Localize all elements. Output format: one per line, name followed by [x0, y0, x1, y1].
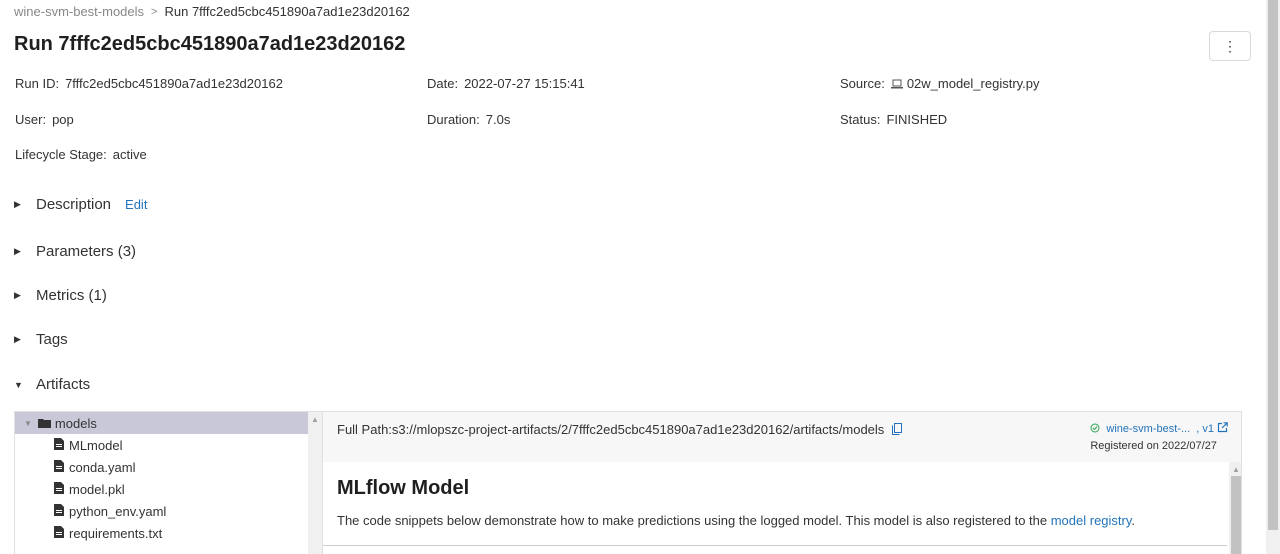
registered-info: wine-svm-best-... , v1 Registered on 202…: [1090, 422, 1228, 452]
lifecycle-value: active: [112, 147, 147, 162]
artifacts-panel: ▼ models MLmodel conda.yaml model.pkl py…: [14, 411, 1242, 554]
external-link-icon[interactable]: [1217, 422, 1228, 436]
duration-label: Duration:: [427, 112, 480, 127]
section-artifacts[interactable]: ▼ Artifacts: [14, 376, 90, 393]
user-value: pop: [52, 112, 74, 127]
model-desc-text: The code snippets below demonstrate how …: [337, 513, 1051, 528]
copy-icon[interactable]: [891, 423, 902, 438]
section-tags[interactable]: ▶ Tags: [14, 331, 68, 348]
more-options-button[interactable]: ⋮: [1209, 31, 1251, 61]
meta-run-id: Run ID: 7fffc2ed5cbc451890a7ad1e23d20162: [15, 76, 283, 91]
kebab-menu-icon: ⋮: [1223, 37, 1237, 54]
meta-source: Source: 02w_model_registry.py: [840, 76, 1040, 92]
laptop-icon: [890, 77, 903, 92]
breadcrumb-current: Run 7fffc2ed5cbc451890a7ad1e23d20162: [164, 4, 410, 19]
date-value: 2022-07-27 15:15:41: [464, 76, 585, 91]
caret-right-icon: ▶: [14, 334, 21, 344]
check-circle-icon: [1090, 423, 1100, 436]
artifact-content: MLflow Model The code snippets below dem…: [323, 462, 1229, 554]
caret-right-icon: ▶: [14, 246, 21, 256]
page-title: Run 7fffc2ed5cbc451890a7ad1e23d20162: [14, 33, 406, 55]
artifact-tree: ▼ models MLmodel conda.yaml model.pkl py…: [15, 412, 308, 554]
date-label: Date:: [427, 76, 459, 91]
caret-down-icon: ▼: [24, 418, 32, 428]
duration-value: 7.0s: [485, 112, 511, 127]
scroll-up-icon[interactable]: ▲: [1229, 462, 1241, 474]
meta-duration: Duration: 7.0s: [427, 112, 510, 127]
edit-description-link[interactable]: Edit: [125, 197, 147, 212]
file-label: python_env.yaml: [69, 503, 167, 519]
run-id-value: 7fffc2ed5cbc451890a7ad1e23d20162: [65, 76, 283, 91]
registered-model-link[interactable]: wine-svm-best-...: [1106, 423, 1190, 435]
caret-right-icon: ▶: [14, 199, 21, 209]
tree-file[interactable]: python_env.yaml: [15, 500, 308, 522]
status-value: FINISHED: [886, 112, 948, 127]
caret-right-icon: ▶: [14, 290, 21, 300]
scroll-up-icon[interactable]: ▲: [308, 412, 322, 424]
status-label: Status:: [840, 112, 881, 127]
model-heading: MLflow Model: [337, 477, 470, 499]
source-label: Source:: [840, 76, 885, 91]
file-icon: [54, 525, 64, 541]
full-path-value: s3://mlopszc-project-artifacts/2/7fffc2e…: [391, 422, 885, 437]
tree-file[interactable]: MLmodel: [15, 434, 308, 456]
meta-status: Status: FINISHED: [840, 112, 947, 127]
source-link[interactable]: 02w_model_registry.py: [907, 76, 1040, 91]
breadcrumb-experiment-link[interactable]: wine-svm-best-models: [14, 4, 144, 19]
folder-icon: [37, 416, 51, 431]
file-icon: [54, 437, 64, 453]
file-label: conda.yaml: [69, 459, 136, 475]
tree-folder-models[interactable]: ▼ models: [15, 412, 308, 434]
lifecycle-label: Lifecycle Stage:: [15, 147, 107, 162]
file-label: requirements.txt: [69, 525, 163, 541]
parameters-header: Parameters (3): [36, 243, 137, 260]
artifacts-header: Artifacts: [36, 376, 91, 393]
model-version-link[interactable]: , v1: [1196, 423, 1214, 435]
content-divider: [323, 545, 1227, 546]
full-path-label: Full Path:: [337, 422, 392, 437]
tree-file[interactable]: conda.yaml: [15, 456, 308, 478]
description-header: Description: [36, 196, 112, 213]
file-label: model.pkl: [69, 481, 125, 497]
model-description: The code snippets below demonstrate how …: [337, 513, 1135, 528]
model-desc-end: .: [1131, 513, 1136, 528]
user-label: User:: [15, 112, 47, 127]
breadcrumb: wine-svm-best-models > Run 7fffc2ed5cbc4…: [14, 4, 410, 19]
chevron-right-icon: >: [151, 5, 158, 18]
run-id-label: Run ID:: [15, 76, 60, 91]
content-scrollbar[interactable]: ▲: [1229, 462, 1241, 554]
meta-user: User: pop: [15, 112, 74, 127]
caret-down-icon: ▼: [14, 379, 23, 390]
page-scrollbar[interactable]: [1266, 0, 1280, 554]
section-parameters[interactable]: ▶ Parameters (3): [14, 243, 136, 260]
meta-date: Date: 2022-07-27 15:15:41: [427, 76, 585, 91]
tree-file[interactable]: requirements.txt: [15, 522, 308, 544]
section-metrics[interactable]: ▶ Metrics (1): [14, 287, 107, 304]
full-path: Full Path:s3://mlopszc-project-artifacts…: [337, 422, 902, 438]
artifact-header: Full Path:s3://mlopszc-project-artifacts…: [323, 412, 1241, 462]
section-description[interactable]: ▶ Description Edit: [14, 196, 147, 213]
registered-on: Registered on 2022/07/27: [1090, 440, 1217, 452]
tags-header: Tags: [36, 331, 68, 348]
model-registry-link[interactable]: model registry: [1051, 513, 1132, 528]
metrics-header: Metrics (1): [36, 287, 107, 304]
meta-lifecycle: Lifecycle Stage: active: [15, 147, 147, 162]
file-label: MLmodel: [69, 437, 123, 453]
file-icon: [54, 481, 64, 497]
folder-label: models: [54, 415, 97, 431]
file-icon: [54, 503, 64, 519]
page-scroll-thumb[interactable]: [1268, 0, 1278, 530]
file-icon: [54, 459, 64, 475]
tree-scrollbar[interactable]: ▲: [308, 412, 322, 554]
tree-file[interactable]: model.pkl: [15, 478, 308, 500]
scroll-thumb[interactable]: [1231, 476, 1241, 554]
